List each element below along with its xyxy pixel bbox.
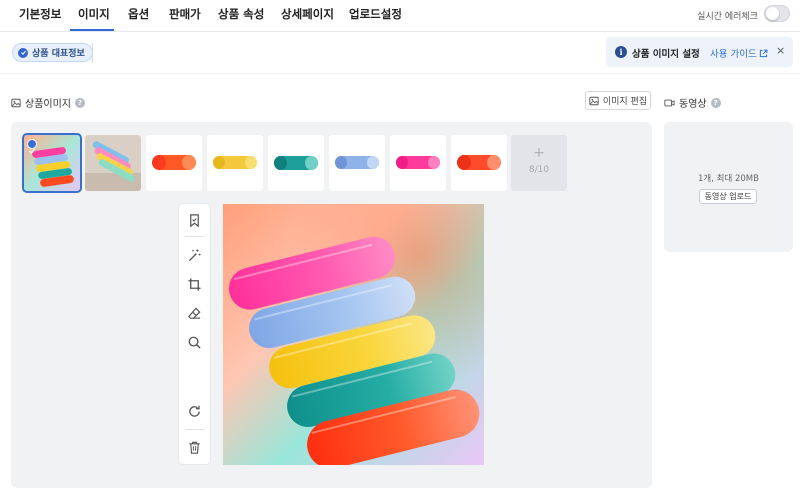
thumbnail-7[interactable] xyxy=(390,135,446,191)
thumbnail-image xyxy=(213,156,257,169)
plus-icon: + xyxy=(533,145,545,161)
thumbnail-2[interactable] xyxy=(85,135,141,191)
realtime-check-label: 실시간 에러체크 xyxy=(697,12,758,22)
video-title: 동영상 xyxy=(679,99,707,110)
chip-label: 상품 대표정보 xyxy=(32,49,85,59)
toolbar-divider xyxy=(185,429,204,430)
image-icon xyxy=(589,96,599,105)
magic-wand-icon[interactable] xyxy=(187,248,202,263)
crop-icon[interactable] xyxy=(187,277,202,292)
video-camera-icon xyxy=(664,99,675,106)
tab-upload-settings[interactable]: 업로드설정 xyxy=(349,6,402,22)
external-link-icon xyxy=(759,49,768,57)
thumbnail-image xyxy=(152,155,196,170)
image-preview xyxy=(223,204,484,465)
video-limit-text: 1개, 최대 20MB xyxy=(698,174,759,184)
add-image-button[interactable]: + 8/10 xyxy=(511,135,567,191)
tab-price[interactable]: 판매가 xyxy=(169,6,201,22)
tab-options[interactable]: 옵션 xyxy=(128,6,149,22)
product-image-header: 상품이미지 ? xyxy=(11,95,85,110)
tab-attributes[interactable]: 상품 속성 xyxy=(218,6,264,22)
zoom-icon[interactable] xyxy=(187,335,202,350)
image-icon xyxy=(11,98,21,107)
edit-image-button[interactable]: 이미지 편집 xyxy=(585,91,651,110)
realtime-check-toggle[interactable] xyxy=(764,5,790,22)
thumbnail-image xyxy=(457,155,501,170)
toggle-knob xyxy=(766,7,779,20)
image-edit-toolbar xyxy=(179,204,210,464)
banner-title: 상품 이미지 설정 xyxy=(632,49,700,60)
tab-bar: 기본정보 이미지 옵션 판매가 상품 속성 상세페이지 업로드설정 실시간 에러… xyxy=(0,0,800,32)
active-tab-indicator xyxy=(70,29,114,31)
tab-images[interactable]: 이미지 xyxy=(78,6,110,22)
thumbnail-3[interactable] xyxy=(146,135,202,191)
product-main-info-chip[interactable]: 상품 대표정보 xyxy=(12,43,93,62)
user-guide-label: 사용 가이드 xyxy=(710,49,757,60)
thumbnail-image xyxy=(85,135,141,191)
banner-close-button[interactable]: × xyxy=(776,44,785,57)
thumbnail-5[interactable] xyxy=(268,135,324,191)
thumbnail-image xyxy=(335,156,379,169)
bookmark-icon[interactable] xyxy=(187,213,202,228)
section-divider xyxy=(0,73,800,74)
eraser-icon[interactable] xyxy=(187,306,202,321)
help-icon[interactable]: ? xyxy=(710,97,721,108)
rotate-icon[interactable] xyxy=(187,404,202,419)
video-header: 동영상 ? xyxy=(664,95,721,110)
thumbnail-image xyxy=(274,156,318,170)
tab-basic-info[interactable]: 기본정보 xyxy=(19,6,61,22)
info-icon: i xyxy=(615,46,627,58)
video-panel: 1개, 최대 20MB 동영상 업로드 xyxy=(664,122,793,252)
trash-icon[interactable] xyxy=(187,440,202,455)
main-image-check-icon xyxy=(27,139,37,154)
thumbnail-4[interactable] xyxy=(207,135,263,191)
user-guide-link[interactable]: 사용 가이드 xyxy=(710,46,768,60)
thumbnail-6[interactable] xyxy=(329,135,385,191)
product-image xyxy=(223,204,484,465)
divider xyxy=(92,43,93,63)
edit-image-label: 이미지 편집 xyxy=(602,97,648,107)
thumbnail-8[interactable] xyxy=(451,135,507,191)
check-icon xyxy=(18,47,28,58)
video-upload-button[interactable]: 동영상 업로드 xyxy=(699,189,757,204)
tab-detail-page[interactable]: 상세페이지 xyxy=(281,6,334,22)
image-settings-banner: i 상품 이미지 설정 사용 가이드 × xyxy=(606,37,793,67)
thumbnail-image xyxy=(396,156,440,169)
image-count: 8/10 xyxy=(528,165,550,175)
help-icon[interactable]: ? xyxy=(75,97,85,108)
product-image-title: 상품이미지 xyxy=(25,99,71,110)
toolbar-divider xyxy=(185,236,204,237)
